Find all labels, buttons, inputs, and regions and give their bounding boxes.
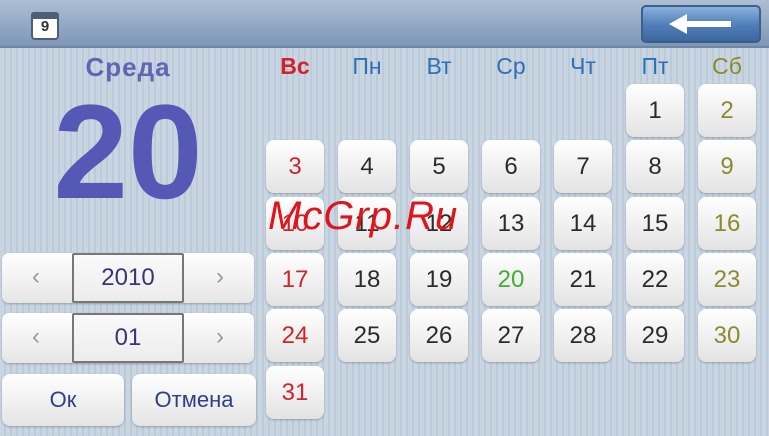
day-cell-24[interactable]: 24 <box>266 309 324 362</box>
day-cell-31[interactable]: 31 <box>266 366 324 419</box>
day-cell-16[interactable]: 16 <box>698 197 756 250</box>
calendar-icon: 9 <box>31 12 59 40</box>
day-cell-22[interactable]: 22 <box>626 253 684 306</box>
year-next-button[interactable]: › <box>186 253 254 303</box>
day-cell-15[interactable]: 15 <box>626 197 684 250</box>
day-cell-18[interactable]: 18 <box>338 253 396 306</box>
day-cell-10[interactable]: 10 <box>266 197 324 250</box>
day-cell-17[interactable]: 17 <box>266 253 324 306</box>
day-header-4: Чт <box>570 53 596 79</box>
year-value[interactable]: 2010 <box>72 253 184 303</box>
month-prev-button[interactable]: ‹ <box>2 313 70 363</box>
day-cell-29[interactable]: 29 <box>626 309 684 362</box>
big-day-number: 20 <box>53 78 203 227</box>
day-cell-13[interactable]: 13 <box>482 197 540 250</box>
day-cell-2[interactable]: 2 <box>698 84 756 137</box>
day-cell-11[interactable]: 11 <box>338 197 396 250</box>
day-cell-20[interactable]: 20 <box>482 253 540 306</box>
day-cell-28[interactable]: 28 <box>554 309 612 362</box>
year-spinner: ‹ 2010 › <box>2 253 254 303</box>
day-header-0: Вс <box>280 53 310 79</box>
day-cell-21[interactable]: 21 <box>554 253 612 306</box>
ok-button[interactable]: Ок <box>2 374 124 426</box>
cancel-button[interactable]: Отмена <box>132 374 256 426</box>
month-value[interactable]: 01 <box>72 313 184 363</box>
day-cell-8[interactable]: 8 <box>626 140 684 193</box>
day-cell-23[interactable]: 23 <box>698 253 756 306</box>
day-cell-1[interactable]: 1 <box>626 84 684 137</box>
year-prev-button[interactable]: ‹ <box>2 253 70 303</box>
day-cell-9[interactable]: 9 <box>698 140 756 193</box>
day-cell-25[interactable]: 25 <box>338 309 396 362</box>
day-header-1: Пн <box>352 53 382 79</box>
day-header-5: Пт <box>641 53 669 79</box>
back-button[interactable] <box>641 5 761 43</box>
day-header-2: Вт <box>426 53 452 79</box>
day-header-6: Сб <box>712 53 742 79</box>
day-cell-7[interactable]: 7 <box>554 140 612 193</box>
day-cell-3[interactable]: 3 <box>266 140 324 193</box>
day-cell-14[interactable]: 14 <box>554 197 612 250</box>
month-next-button[interactable]: › <box>186 313 254 363</box>
day-cell-6[interactable]: 6 <box>482 140 540 193</box>
day-cell-26[interactable]: 26 <box>410 309 468 362</box>
month-spinner: ‹ 01 › <box>2 313 254 363</box>
day-cell-12[interactable]: 12 <box>410 197 468 250</box>
day-cell-19[interactable]: 19 <box>410 253 468 306</box>
arrow-left-icon <box>669 14 731 34</box>
title-bar: 9 <box>0 0 769 48</box>
day-cell-4[interactable]: 4 <box>338 140 396 193</box>
day-header-3: Ср <box>496 53 526 79</box>
day-cell-5[interactable]: 5 <box>410 140 468 193</box>
day-cell-30[interactable]: 30 <box>698 309 756 362</box>
day-cell-27[interactable]: 27 <box>482 309 540 362</box>
